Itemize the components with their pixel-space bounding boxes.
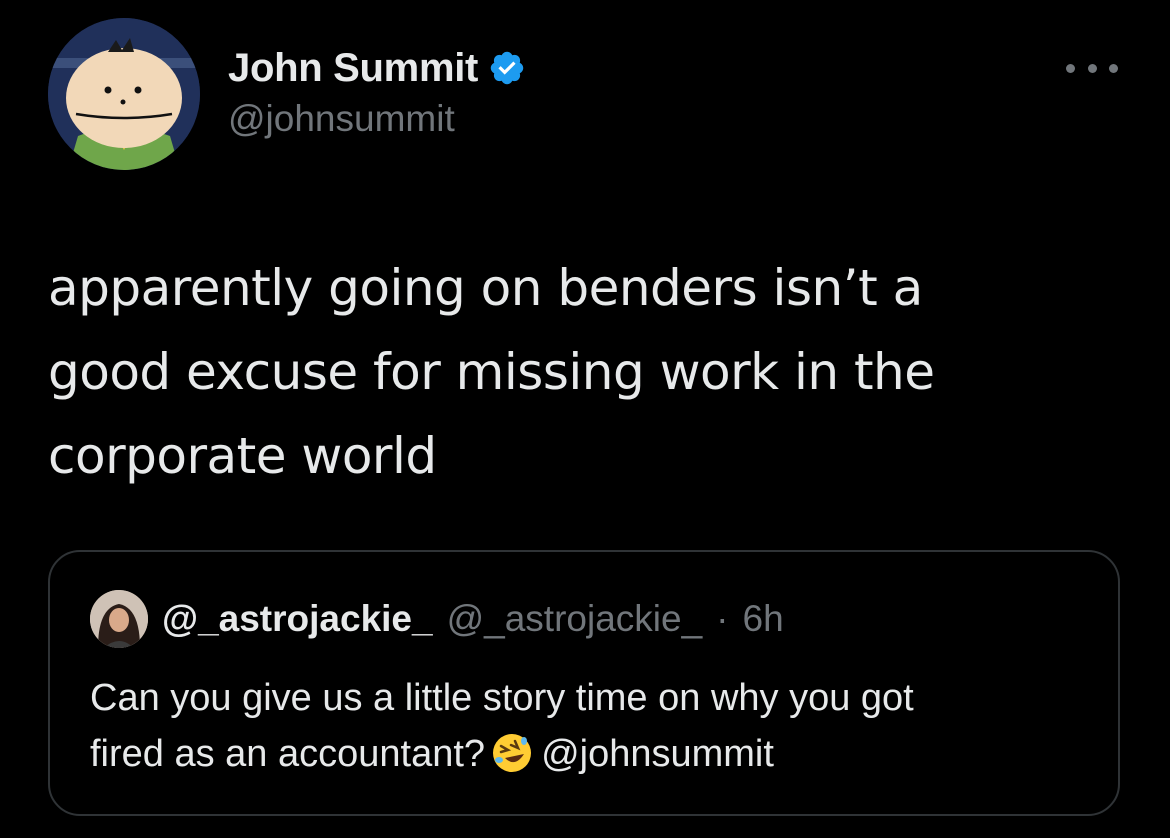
tweet-text-line: good excuse for missing work in the — [48, 343, 935, 401]
dot-icon — [1087, 63, 1097, 73]
quoted-author-display-name[interactable]: @_astrojackie_ — [162, 598, 433, 640]
more-options-button[interactable] — [1066, 56, 1118, 80]
quoted-tweet-header: @_astrojackie_ @_astrojackie_ · 6h — [90, 590, 784, 648]
quoted-text-fragment: fired as an accountant? — [90, 733, 486, 775]
quoted-author-avatar[interactable] — [90, 590, 148, 648]
tweet-text: apparently going on benders isn’t a good… — [48, 246, 1128, 498]
cartoon-avatar-icon — [48, 18, 200, 170]
tweet: John Summit @johnsummit apparently going… — [0, 0, 1170, 838]
quoted-text-line: Can you give us a little story time on w… — [90, 677, 914, 719]
author-avatar[interactable] — [48, 18, 200, 170]
author-name-row: John Summit — [228, 44, 526, 92]
quoted-timestamp[interactable]: 6h — [743, 598, 784, 640]
author-display-name[interactable]: John Summit — [228, 46, 478, 91]
tweet-text-line: apparently going on benders isn’t a — [48, 259, 923, 317]
meta-separator: · — [716, 598, 729, 639]
dot-icon — [1109, 63, 1118, 73]
quoted-tweet-card[interactable]: @_astrojackie_ @_astrojackie_ · 6h Can y… — [48, 550, 1120, 816]
quoted-text-line: fired as an accountant? @johnsummit — [90, 726, 1090, 782]
rolling-on-floor-laughing-emoji-icon — [491, 732, 533, 774]
author-handle[interactable]: @johnsummit — [228, 98, 526, 140]
quoted-author-handle[interactable]: @_astrojackie_ — [447, 598, 703, 640]
profile-photo-icon — [90, 590, 148, 648]
quoted-tweet-text: Can you give us a little story time on w… — [90, 670, 1090, 782]
dot-icon — [1066, 63, 1075, 73]
quoted-mention-link[interactable]: @johnsummit — [541, 733, 774, 775]
author-info: John Summit @johnsummit — [228, 44, 526, 140]
verified-badge-icon — [488, 49, 526, 87]
tweet-text-line: corporate world — [48, 427, 437, 485]
